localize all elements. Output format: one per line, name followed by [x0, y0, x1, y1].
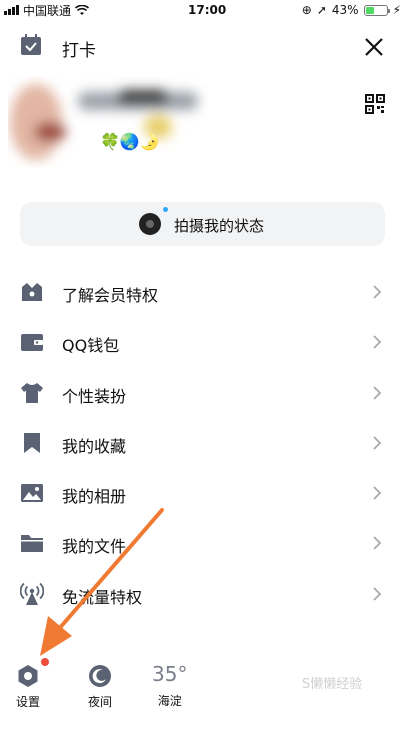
city-label: 海淀: [157, 694, 182, 708]
drawer-menu: 了解会员特权 QQ钱包 个性装扮 我的收藏 我的相册 我的文件 免流量特权: [0, 267, 405, 619]
menu-item-vip[interactable]: 了解会员特权: [0, 267, 405, 317]
menu-label: 我的相册: [62, 487, 127, 507]
night-mode-button[interactable]: 夜间: [88, 664, 112, 710]
photo-icon: [21, 484, 43, 503]
menu-item-album[interactable]: 我的相册: [0, 468, 405, 518]
checkin-label[interactable]: 打卡: [62, 36, 96, 61]
settings-button[interactable]: 设置: [16, 664, 40, 710]
settings-label: 设置: [16, 695, 41, 709]
profile-info[interactable]: 🍀🌏🌛: [8, 72, 208, 172]
weather-widget[interactable]: 35° 海淀: [152, 662, 187, 709]
menu-item-personalize[interactable]: 个性装扮: [0, 368, 405, 418]
chevron-right-icon: [373, 536, 382, 551]
chevron-right-icon: [373, 385, 382, 400]
menu-item-favorites[interactable]: 我的收藏: [0, 418, 405, 468]
menu-label: 了解会员特权: [62, 286, 159, 305]
signal-icon: [4, 5, 19, 15]
watermark: S懒懒经验: [302, 677, 363, 692]
blurred-profile-image: [10, 84, 198, 160]
chevron-right-icon: [373, 335, 382, 349]
menu-item-wallet[interactable]: QQ钱包: [0, 317, 405, 367]
carrier-label: 中国联通: [23, 3, 72, 18]
menu-label: 免流量特权: [62, 587, 143, 607]
menu-label: 个性装扮: [62, 386, 127, 406]
wallet-icon: [21, 334, 43, 352]
location-icon: ➚: [316, 3, 327, 17]
bookmark-icon: [24, 432, 40, 453]
capture-status-label: 拍摄我的状态: [174, 217, 265, 235]
menu-item-free-data[interactable]: 免流量特权: [0, 569, 405, 619]
notification-badge: [41, 658, 49, 666]
chevron-right-icon: [373, 587, 382, 601]
clock: 17:00: [188, 3, 227, 17]
emoji-badges: 🍀🌏🌛: [100, 132, 160, 151]
battery-icon: [363, 4, 390, 16]
temperature: 35°: [152, 662, 188, 686]
night-label: 夜间: [88, 695, 113, 709]
chevron-right-icon: [373, 486, 382, 500]
tshirt-icon: [21, 382, 43, 403]
qr-code-icon[interactable]: [365, 94, 385, 114]
calendar-check-icon[interactable]: [20, 34, 42, 56]
close-icon[interactable]: [362, 35, 386, 59]
capture-status-button[interactable]: 拍摄我的状态: [20, 202, 385, 246]
status-bar: 中国联通 17:00 ⊕ ➚ 43% ⚡: [0, 0, 405, 20]
menu-label: 我的收藏: [62, 436, 127, 456]
menu-label: QQ钱包: [62, 336, 120, 356]
wifi-icon: [75, 4, 90, 15]
menu-item-files[interactable]: 我的文件: [0, 518, 405, 568]
vip-crown-icon: [22, 283, 42, 301]
folder-icon: [21, 535, 43, 553]
charging-icon: ⚡: [392, 3, 401, 17]
drawer-header: 打卡: [0, 30, 405, 62]
chevron-right-icon: [373, 436, 382, 450]
broadcast-icon: [20, 582, 44, 605]
menu-label: 我的文件: [62, 537, 127, 557]
new-indicator-dot: [163, 207, 168, 212]
moon-icon: [89, 665, 111, 687]
settings-gear-icon: [18, 665, 38, 687]
lock-rotation-icon: ⊕: [301, 3, 312, 17]
chevron-right-icon: [373, 285, 382, 299]
camera-icon: [139, 213, 161, 235]
battery-percent: 43%: [331, 3, 359, 17]
